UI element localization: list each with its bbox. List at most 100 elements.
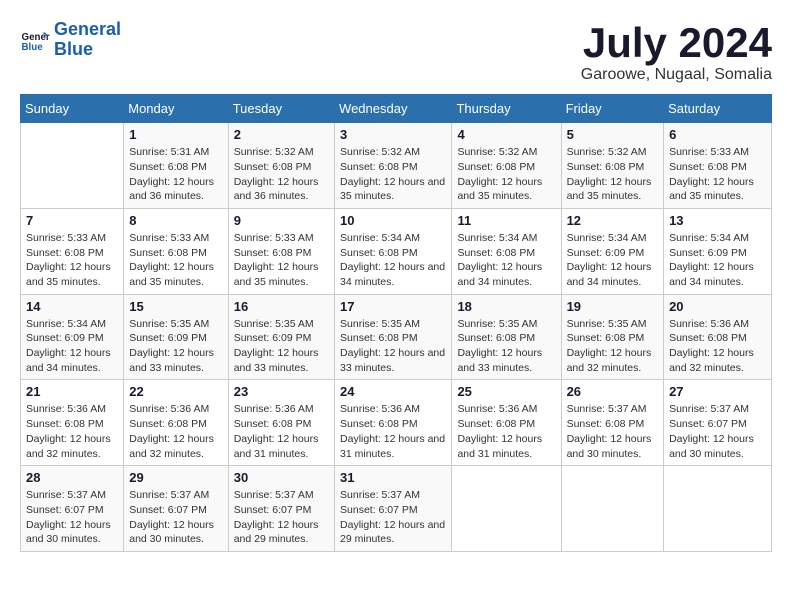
day-info: Sunrise: 5:34 AMSunset: 6:09 PMDaylight:… — [26, 317, 118, 376]
day-info: Sunrise: 5:33 AMSunset: 6:08 PMDaylight:… — [26, 231, 118, 290]
calendar-cell — [452, 466, 561, 552]
calendar-cell: 18 Sunrise: 5:35 AMSunset: 6:08 PMDayligh… — [452, 294, 561, 380]
week-row-2: 7 Sunrise: 5:33 AMSunset: 6:08 PMDaylight… — [21, 208, 772, 294]
day-number: 17 — [340, 299, 446, 314]
calendar-cell: 17 Sunrise: 5:35 AMSunset: 6:08 PMDayligh… — [335, 294, 452, 380]
day-number: 27 — [669, 384, 766, 399]
calendar-cell: 1 Sunrise: 5:31 AMSunset: 6:08 PMDaylight… — [124, 123, 228, 209]
day-info: Sunrise: 5:37 AMSunset: 6:07 PMDaylight:… — [669, 402, 766, 461]
header-day-monday: Monday — [124, 95, 228, 123]
day-info: Sunrise: 5:33 AMSunset: 6:08 PMDaylight:… — [669, 145, 766, 204]
header-day-wednesday: Wednesday — [335, 95, 452, 123]
day-info: Sunrise: 5:34 AMSunset: 6:09 PMDaylight:… — [669, 231, 766, 290]
calendar-cell: 8Sunrise: 5:33 AMSunset: 6:08 PMDaylight… — [124, 208, 228, 294]
calendar-cell: 30Sunrise: 5:37 AMSunset: 6:07 PMDayligh… — [228, 466, 334, 552]
day-info: Sunrise: 5:34 AMSunset: 6:08 PMDaylight:… — [457, 231, 555, 290]
calendar-cell: 12Sunrise: 5:34 AMSunset: 6:09 PMDayligh… — [561, 208, 664, 294]
calendar-cell: 24 Sunrise: 5:36 AMSunset: 6:08 PMDayligh… — [335, 380, 452, 466]
logo-line1: General — [54, 20, 121, 40]
calendar-cell: 9 Sunrise: 5:33 AMSunset: 6:08 PMDaylight… — [228, 208, 334, 294]
day-number: 19 — [567, 299, 659, 314]
day-number: 1 — [129, 127, 222, 142]
header-day-tuesday: Tuesday — [228, 95, 334, 123]
logo-icon: General Blue — [20, 25, 50, 55]
day-number: 29 — [129, 470, 222, 485]
day-number: 6 — [669, 127, 766, 142]
svg-text:Blue: Blue — [22, 42, 44, 53]
day-number: 11 — [457, 213, 555, 228]
day-number: 22 — [129, 384, 222, 399]
day-info: Sunrise: 5:34 AMSunset: 6:08 PMDaylight:… — [340, 231, 446, 290]
header-day-friday: Friday — [561, 95, 664, 123]
calendar-cell: 10Sunrise: 5:34 AMSunset: 6:08 PMDayligh… — [335, 208, 452, 294]
day-number: 25 — [457, 384, 555, 399]
calendar-cell: 20 Sunrise: 5:36 AMSunset: 6:08 PMDayligh… — [664, 294, 772, 380]
day-number: 16 — [234, 299, 329, 314]
calendar-cell: 22 Sunrise: 5:36 AMSunset: 6:08 PMDayligh… — [124, 380, 228, 466]
day-info: Sunrise: 5:35 AMSunset: 6:08 PMDaylight:… — [457, 317, 555, 376]
location-subtitle: Garoowe, Nugaal, Somalia — [581, 66, 772, 84]
day-info: Sunrise: 5:32 AMSunset: 6:08 PMDaylight:… — [234, 145, 329, 204]
calendar-table: SundayMondayTuesdayWednesdayThursdayFrid… — [20, 94, 772, 552]
day-number: 30 — [234, 470, 329, 485]
page-header: General Blue General Blue July 2024 Garo… — [20, 20, 772, 84]
calendar-cell — [664, 466, 772, 552]
day-info: Sunrise: 5:36 AMSunset: 6:08 PMDaylight:… — [234, 402, 329, 461]
calendar-header-row: SundayMondayTuesdayWednesdayThursdayFrid… — [21, 95, 772, 123]
calendar-cell: 3 Sunrise: 5:32 AMSunset: 6:08 PMDaylight… — [335, 123, 452, 209]
day-number: 4 — [457, 127, 555, 142]
day-info: Sunrise: 5:33 AMSunset: 6:08 PMDaylight:… — [234, 231, 329, 290]
calendar-cell: 7 Sunrise: 5:33 AMSunset: 6:08 PMDaylight… — [21, 208, 124, 294]
day-number: 18 — [457, 299, 555, 314]
day-info: Sunrise: 5:36 AMSunset: 6:08 PMDaylight:… — [340, 402, 446, 461]
day-info: Sunrise: 5:32 AMSunset: 6:08 PMDaylight:… — [340, 145, 446, 204]
calendar-cell: 25 Sunrise: 5:36 AMSunset: 6:08 PMDayligh… — [452, 380, 561, 466]
header-day-thursday: Thursday — [452, 95, 561, 123]
day-info: Sunrise: 5:35 AMSunset: 6:09 PMDaylight:… — [129, 317, 222, 376]
day-number: 3 — [340, 127, 446, 142]
month-title: July 2024 — [581, 20, 772, 66]
week-row-4: 21Sunrise: 5:36 AMSunset: 6:08 PMDayligh… — [21, 380, 772, 466]
day-number: 23 — [234, 384, 329, 399]
week-row-1: 1 Sunrise: 5:31 AMSunset: 6:08 PMDaylight… — [21, 123, 772, 209]
calendar-cell — [561, 466, 664, 552]
calendar-cell: 15Sunrise: 5:35 AMSunset: 6:09 PMDayligh… — [124, 294, 228, 380]
header-day-sunday: Sunday — [21, 95, 124, 123]
day-info: Sunrise: 5:36 AMSunset: 6:08 PMDaylight:… — [26, 402, 118, 461]
calendar-cell: 2 Sunrise: 5:32 AMSunset: 6:08 PMDaylight… — [228, 123, 334, 209]
day-info: Sunrise: 5:36 AMSunset: 6:08 PMDaylight:… — [129, 402, 222, 461]
day-info: Sunrise: 5:35 AMSunset: 6:08 PMDaylight:… — [567, 317, 659, 376]
week-row-3: 14 Sunrise: 5:34 AMSunset: 6:09 PMDayligh… — [21, 294, 772, 380]
day-info: Sunrise: 5:35 AMSunset: 6:09 PMDaylight:… — [234, 317, 329, 376]
day-info: Sunrise: 5:37 AMSunset: 6:08 PMDaylight:… — [567, 402, 659, 461]
calendar-cell: 11 Sunrise: 5:34 AMSunset: 6:08 PMDayligh… — [452, 208, 561, 294]
day-number: 26 — [567, 384, 659, 399]
day-info: Sunrise: 5:36 AMSunset: 6:08 PMDaylight:… — [457, 402, 555, 461]
day-number: 2 — [234, 127, 329, 142]
day-number: 24 — [340, 384, 446, 399]
day-number: 5 — [567, 127, 659, 142]
calendar-cell: 13 Sunrise: 5:34 AMSunset: 6:09 PMDayligh… — [664, 208, 772, 294]
day-info: Sunrise: 5:37 AMSunset: 6:07 PMDaylight:… — [26, 488, 118, 547]
day-info: Sunrise: 5:34 AMSunset: 6:09 PMDaylight:… — [567, 231, 659, 290]
calendar-cell: 31Sunrise: 5:37 AMSunset: 6:07 PMDayligh… — [335, 466, 452, 552]
calendar-cell — [21, 123, 124, 209]
day-number: 13 — [669, 213, 766, 228]
day-number: 31 — [340, 470, 446, 485]
day-number: 20 — [669, 299, 766, 314]
calendar-cell: 19 Sunrise: 5:35 AMSunset: 6:08 PMDayligh… — [561, 294, 664, 380]
logo: General Blue General Blue — [20, 20, 121, 60]
day-number: 9 — [234, 213, 329, 228]
day-info: Sunrise: 5:32 AMSunset: 6:08 PMDaylight:… — [457, 145, 555, 204]
day-info: Sunrise: 5:31 AMSunset: 6:08 PMDaylight:… — [129, 145, 222, 204]
calendar-cell: 21Sunrise: 5:36 AMSunset: 6:08 PMDayligh… — [21, 380, 124, 466]
day-number: 14 — [26, 299, 118, 314]
calendar-cell: 4 Sunrise: 5:32 AMSunset: 6:08 PMDaylight… — [452, 123, 561, 209]
calendar-cell: 27 Sunrise: 5:37 AMSunset: 6:07 PMDayligh… — [664, 380, 772, 466]
day-number: 7 — [26, 213, 118, 228]
day-info: Sunrise: 5:36 AMSunset: 6:08 PMDaylight:… — [669, 317, 766, 376]
calendar-cell: 14 Sunrise: 5:34 AMSunset: 6:09 PMDayligh… — [21, 294, 124, 380]
day-number: 8 — [129, 213, 222, 228]
day-info: Sunrise: 5:35 AMSunset: 6:08 PMDaylight:… — [340, 317, 446, 376]
calendar-cell: 26 Sunrise: 5:37 AMSunset: 6:08 PMDayligh… — [561, 380, 664, 466]
